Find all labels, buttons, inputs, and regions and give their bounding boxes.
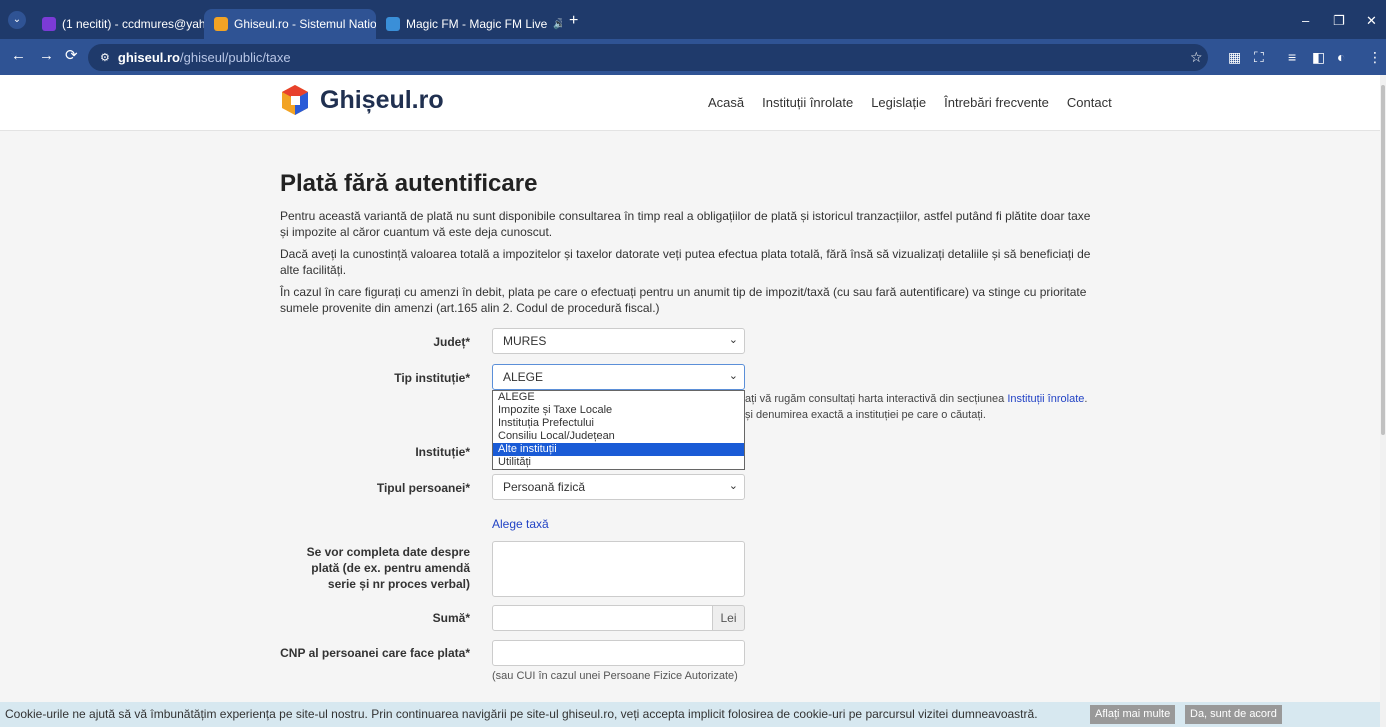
page-title: Plată fără autentificare <box>280 170 538 197</box>
intro-paragraph: Dacă aveți la cunostință valoarea totală… <box>280 247 1091 277</box>
help-text-end: . <box>1084 393 1088 405</box>
logo-text: Ghișeul.ro <box>320 85 444 114</box>
forward-icon[interactable]: → <box>39 48 54 64</box>
nav-home[interactable]: Acasă <box>708 95 744 110</box>
address-bar: ← → ⟳ ⚙ ghiseul.ro/ghiseul/public/taxe ☆… <box>0 39 1386 75</box>
yahoo-mail-icon <box>42 17 56 31</box>
menu-icon[interactable]: ⋮ <box>1368 49 1382 65</box>
dropdown-option[interactable]: ALEGE <box>493 391 744 404</box>
nav-faq[interactable]: Întrebări frecvente <box>944 95 1049 110</box>
intro-paragraph: Pentru această variantă de plată nu sunt… <box>280 209 1091 239</box>
alege-taxa-link[interactable]: Alege taxă <box>492 517 549 531</box>
judet-value: MURES <box>503 334 547 348</box>
detalii-plata-textarea[interactable] <box>492 541 745 597</box>
detalii-plata-label: Se vor completa date despre plată (de ex… <box>306 545 470 591</box>
browser-tab-bar: ⌄ (1 necitit) - ccdmures@yahoo.c × Ghise… <box>0 0 1386 39</box>
reload-icon[interactable]: ⟳ <box>65 48 78 64</box>
scrollbar-thumb[interactable] <box>1381 85 1385 435</box>
judet-label-row: Județ* <box>280 334 470 354</box>
help-text: ați vă rugăm consultați harta interactiv… <box>745 393 1005 405</box>
institutii-help-text: ați vă rugăm consultați harta interactiv… <box>745 391 1105 423</box>
ghiseul-favicon-icon <box>214 17 228 31</box>
ghiseul-logo-icon <box>278 83 312 117</box>
intro-paragraph: În cazul în care figurați cu amenzi în d… <box>280 285 1087 315</box>
side-panel-icon[interactable]: ◧ <box>1312 49 1325 65</box>
dropdown-option[interactable]: Utilități <box>493 456 744 469</box>
currency-addon: Lei <box>712 605 745 631</box>
reading-list-icon[interactable]: ≡ <box>1288 49 1296 65</box>
dropdown-option[interactable]: Impozite și Taxe Locale <box>493 404 744 417</box>
cookie-text: Cookie-urile ne ajută să vă îmbunătățim … <box>5 707 1038 721</box>
nav-institutions[interactable]: Instituții înrolate <box>762 95 853 110</box>
tab-title: Magic FM - Magic FM Live <box>406 17 548 31</box>
new-tab-button[interactable]: + <box>569 13 578 29</box>
site-logo[interactable]: Ghișeul.ro <box>278 83 444 117</box>
minimize-icon[interactable]: – <box>1302 13 1309 28</box>
suma-input[interactable] <box>492 605 713 631</box>
extension-icon[interactable]: ▦ <box>1228 49 1241 65</box>
dropdown-option[interactable]: Consiliu Local/Județean <box>493 430 744 443</box>
chevron-down-icon: ⌄ <box>728 370 738 382</box>
detalii-label-row: Se vor completa date despre plată (de ex… <box>280 544 470 610</box>
bookmark-star-icon[interactable]: ☆ <box>1190 49 1203 65</box>
institutii-inrolate-link[interactable]: Instituții înrolate <box>1007 393 1084 405</box>
profile-icon[interactable]: ◐ <box>1337 49 1345 65</box>
dropdown-option[interactable]: Instituția Prefectului <box>493 417 744 430</box>
cookie-accept-button[interactable]: Da, sunt de acord <box>1185 705 1282 724</box>
site-info-icon[interactable]: ⚙ <box>100 51 110 64</box>
tab-magic-fm[interactable]: Magic FM - Magic FM Live 🔊 × <box>376 9 562 39</box>
cookie-banner: Cookie-urile ne ajută să vă îmbunătățim … <box>0 702 1380 727</box>
tipul-persoanei-label: Tipul persoanei* <box>376 481 470 495</box>
persoana-label-row: Tipul persoanei* <box>280 480 470 500</box>
tip-institutie-value: ALEGE <box>503 370 544 384</box>
tip-institutie-dropdown: ALEGE Impozite și Taxe Locale Instituția… <box>492 390 745 470</box>
persoana-value: Persoană fizică <box>503 480 586 494</box>
help-text: și denumirea exactă a instituției pe car… <box>745 409 986 421</box>
chevron-down-icon: ⌄ <box>728 334 738 346</box>
nav-legislation[interactable]: Legislație <box>871 95 926 110</box>
tip-institutie-select[interactable]: ALEGE ⌄ <box>492 364 745 390</box>
url-host: ghiseul.ro <box>117 50 180 65</box>
tab-title: (1 necitit) - ccdmures@yahoo.c <box>62 17 204 31</box>
page-scrollbar[interactable] <box>1380 75 1386 727</box>
magic-fm-favicon-icon <box>386 17 400 31</box>
audio-playing-icon[interactable]: 🔊 <box>553 19 562 30</box>
institutie-label-row: Instituție* <box>280 444 470 464</box>
url-input[interactable]: ⚙ ghiseul.ro/ghiseul/public/taxe <box>88 44 1208 71</box>
tab-ghiseul[interactable]: Ghiseul.ro - Sistemul National E × <box>204 9 376 39</box>
url-path: /ghiseul/public/taxe <box>180 50 291 65</box>
web-page: Ghișeul.ro Acasă Instituții înrolate Leg… <box>0 75 1380 727</box>
cookie-more-button[interactable]: Aflați mai multe <box>1090 705 1176 724</box>
institutie-label: Instituție* <box>415 445 470 459</box>
judet-select[interactable]: MURES ⌄ <box>492 328 745 354</box>
suma-label-row: Sumă* <box>280 610 470 630</box>
extension-icon[interactable]: ⛶ <box>1254 49 1264 65</box>
cnp-label-row: CNP al persoanei care face plata* <box>280 645 470 665</box>
suma-label: Sumă* <box>432 611 470 625</box>
maximize-icon[interactable]: ❐ <box>1333 13 1345 29</box>
tab-yahoo-mail[interactable]: (1 necitit) - ccdmures@yahoo.c × <box>32 9 204 39</box>
cnp-note: (sau CUI în cazul unei Persoane Fizice A… <box>492 670 738 682</box>
tip-institutie-label: Tip instituție* <box>394 371 470 385</box>
dropdown-option-selected[interactable]: Alte instituții <box>493 443 744 456</box>
judet-label: Județ* <box>433 335 470 349</box>
back-icon[interactable]: ← <box>11 48 26 64</box>
close-window-icon[interactable]: ✕ <box>1366 13 1377 29</box>
tipul-persoanei-select[interactable]: Persoană fizică ⌄ <box>492 474 745 500</box>
tip-label-row: Tip instituție* <box>280 370 470 390</box>
cnp-input[interactable] <box>492 640 745 666</box>
tab-title: Ghiseul.ro - Sistemul National E <box>234 17 376 31</box>
main-content: Plată fără autentificare Pentru această … <box>280 170 1100 322</box>
cnp-label: CNP al persoanei care face plata* <box>280 646 470 660</box>
chevron-down-icon: ⌄ <box>728 480 738 492</box>
site-header: Ghișeul.ro Acasă Instituții înrolate Leg… <box>0 75 1380 131</box>
tab-list-button[interactable]: ⌄ <box>8 11 26 29</box>
nav-contact[interactable]: Contact <box>1067 95 1112 110</box>
main-nav: Acasă Instituții înrolate Legislație Înt… <box>708 95 1112 110</box>
